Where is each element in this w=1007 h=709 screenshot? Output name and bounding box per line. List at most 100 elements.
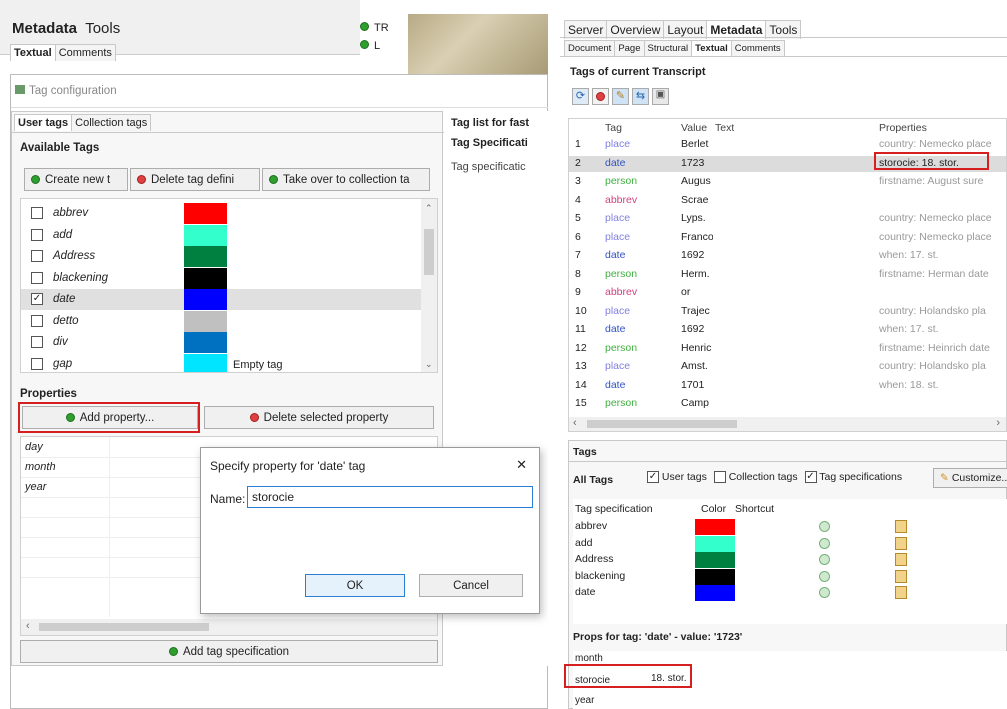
tag-checkbox[interactable]: ✓ xyxy=(31,293,43,305)
tag-spec-row[interactable]: date xyxy=(573,585,1007,601)
tab-metadata[interactable]: Metadata xyxy=(12,20,77,37)
tag-color-swatch[interactable] xyxy=(184,224,227,246)
edit-spec-icon[interactable] xyxy=(895,553,907,566)
ok-button[interactable]: OK xyxy=(305,574,405,597)
tag-color-swatch[interactable] xyxy=(184,246,227,267)
tab-collection-tags[interactable]: Collection tags xyxy=(71,114,152,131)
user-tags-checkbox[interactable]: ✓ xyxy=(647,471,659,484)
scroll-up-icon[interactable]: ⌃ xyxy=(425,203,433,214)
edit-spec-icon[interactable] xyxy=(895,536,907,550)
edit-spec-icon[interactable] xyxy=(895,586,907,599)
tag-spec-row[interactable]: add xyxy=(573,535,1007,552)
table-row[interactable]: 10 place Trajec crorum LL. 4. Trajecti a… xyxy=(569,304,1006,320)
tag-list-item[interactable]: Address xyxy=(21,246,421,267)
tag-checkbox[interactable] xyxy=(31,271,43,284)
table-row[interactable]: 5 place Lyps. Vexata S. Scrae. Lyps. & F… xyxy=(569,211,1006,227)
tab-document[interactable]: Document xyxy=(564,40,616,56)
scroll-down-icon[interactable]: ⌄ xyxy=(425,359,433,370)
tag-specs-checkbox[interactable]: ✓ xyxy=(804,471,817,484)
tag-list-item[interactable]: blackening xyxy=(21,267,421,289)
tag-spec-row[interactable]: abbrev xyxy=(573,519,1007,535)
tag-color-swatch[interactable] xyxy=(184,267,227,289)
delete-tag-button[interactable]: Delete tag defini xyxy=(130,168,260,191)
name-input[interactable]: storocie xyxy=(247,486,533,508)
tab-comments-right[interactable]: Comments xyxy=(730,40,785,56)
add-tag-spec-button[interactable]: Add tag specification xyxy=(20,640,438,663)
col-color[interactable]: Color xyxy=(701,503,726,515)
spec-color-swatch[interactable] xyxy=(695,519,735,535)
prop-row[interactable]: month xyxy=(575,653,603,664)
property-row[interactable]: year xyxy=(25,481,46,493)
table-row[interactable]: 7 date 1692 Lyps. & Francof. 1692. 4. wh… xyxy=(569,248,1006,264)
shortcut-icon[interactable] xyxy=(819,521,830,532)
tag-list-item[interactable]: detto xyxy=(21,310,421,332)
take-over-button[interactable]: Take over to collection ta xyxy=(262,168,430,191)
tab-page[interactable]: Page xyxy=(614,40,645,56)
tag-list-item[interactable]: div xyxy=(21,332,421,353)
tag-checkbox[interactable] xyxy=(31,228,43,241)
tab-textual-right[interactable]: Textual xyxy=(691,40,732,56)
tag-list-item[interactable]: abbrev xyxy=(21,203,421,224)
table-row[interactable]: 3 person Augus Augusti Pfeiffer Dubia Ve… xyxy=(569,174,1006,190)
tag-spec-row[interactable]: blackening xyxy=(573,568,1007,585)
col-tag[interactable]: Tag xyxy=(605,122,622,134)
col-tag-spec[interactable]: Tag specification xyxy=(575,503,653,515)
spec-color-swatch[interactable] xyxy=(695,535,735,552)
shortcut-icon[interactable] xyxy=(819,570,830,582)
tag-list-item[interactable]: gap Empty tag xyxy=(21,353,421,372)
tag-color-swatch[interactable] xyxy=(184,203,227,224)
delete-icon[interactable] xyxy=(592,88,609,105)
table-row[interactable]: 1 place Berlet Albenetzung der Bibel. Be… xyxy=(569,137,1006,153)
table-row[interactable]: 13 place Amst. Sacris Lib. 1. Amstel. 17… xyxy=(569,359,1006,375)
tag-list-item[interactable]: ✓ date xyxy=(21,289,421,310)
edit-spec-icon[interactable] xyxy=(895,520,907,533)
tag-list-scrollbar[interactable]: ⌃ ⌄ xyxy=(421,199,437,372)
scroll-left-icon[interactable]: ‹ xyxy=(573,417,577,429)
tab-textual[interactable]: Textual xyxy=(10,44,56,61)
customize-button[interactable]: ✎ Customize... xyxy=(933,468,1007,488)
tag-spec-row[interactable]: Address xyxy=(573,552,1007,568)
shortcut-icon[interactable] xyxy=(819,587,830,598)
table-row[interactable]: 12 person Henric Henrici Hulsii de Valli… xyxy=(569,341,1006,357)
col-value[interactable]: Value xyxy=(681,122,707,134)
tab-comments[interactable]: Comments xyxy=(54,44,116,61)
refresh-icon[interactable]: ⟳ xyxy=(572,88,589,105)
tab-tools[interactable]: Tools xyxy=(85,20,120,37)
table-row[interactable]: 15 person Camp Campegii Vitringae Observ… xyxy=(569,396,1006,412)
table-row[interactable]: 14 date 1701 Lib. 1. Amstel. 1701. 4. wh… xyxy=(569,378,1006,394)
table-row[interactable]: 8 person Herm. Hermanni Vitsii Miscellan… xyxy=(569,267,1006,283)
properties-hscrollbar[interactable]: ‹ xyxy=(21,619,437,635)
tag-list-item[interactable]: add xyxy=(21,224,421,246)
col-properties[interactable]: Properties xyxy=(879,122,927,134)
edit-icon[interactable]: ✎ xyxy=(612,88,629,105)
collection-tags-checkbox[interactable] xyxy=(713,471,726,484)
tag-checkbox[interactable] xyxy=(31,207,43,219)
tag-color-swatch[interactable] xyxy=(184,332,227,353)
table-row[interactable]: 4 abbrev Scrae Dubia Vexata S. Scrae. Ly… xyxy=(569,193,1006,209)
tag-checkbox[interactable] xyxy=(31,314,43,327)
prop-row[interactable]: year xyxy=(575,695,594,706)
lock-icon[interactable]: ▣ xyxy=(652,88,669,105)
tab-structural[interactable]: Structural xyxy=(643,40,693,56)
col-text[interactable]: Text xyxy=(715,122,734,134)
property-row[interactable]: month xyxy=(25,461,56,473)
tag-color-swatch[interactable] xyxy=(184,289,227,310)
cancel-button[interactable]: Cancel xyxy=(419,574,523,597)
spec-color-swatch[interactable] xyxy=(695,552,735,568)
shortcut-icon[interactable] xyxy=(819,554,830,565)
create-tag-button[interactable]: Create new t xyxy=(24,168,128,191)
table-row[interactable]: 6 place Franco Scrae. Lyps. & Francof. 1… xyxy=(569,230,1006,246)
tag-checkbox[interactable] xyxy=(31,250,43,262)
filter-icon[interactable]: ⇆ xyxy=(632,88,649,105)
spec-color-swatch[interactable] xyxy=(695,585,735,601)
tag-color-swatch[interactable] xyxy=(184,353,227,372)
scroll-left-icon[interactable]: ‹ xyxy=(26,620,30,632)
col-shortcut[interactable]: Shortcut xyxy=(735,503,774,515)
table-row[interactable]: 9 abbrev or Vitsii Miscellaneor Sa croru… xyxy=(569,285,1006,301)
property-row[interactable]: day xyxy=(25,441,43,453)
edit-spec-icon[interactable] xyxy=(895,569,907,583)
table-row[interactable]: 11 date 1692 Trajecti ad Rhen. 1692. Cum… xyxy=(569,322,1006,338)
scroll-right-icon[interactable]: › xyxy=(996,417,1000,429)
tag-checkbox[interactable] xyxy=(31,357,43,370)
tab-user-tags[interactable]: User tags xyxy=(14,114,73,131)
